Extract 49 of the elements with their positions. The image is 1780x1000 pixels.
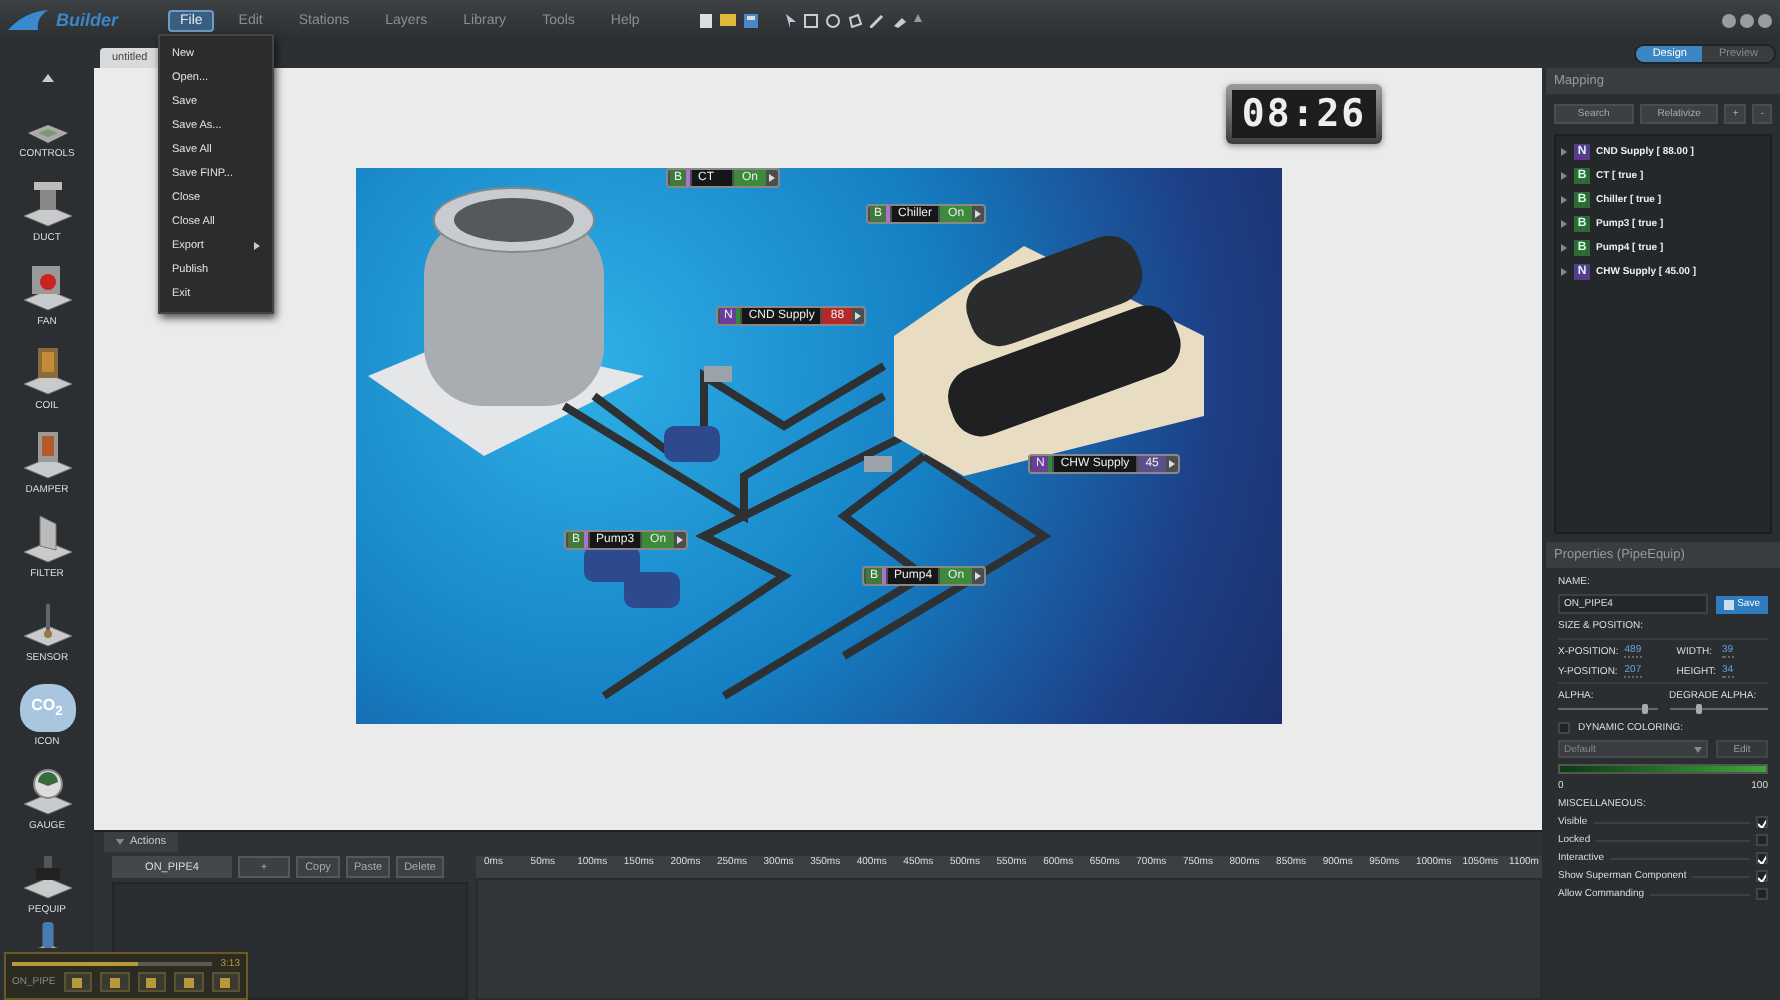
expand-icon (1560, 196, 1568, 204)
checkbox[interactable] (1756, 870, 1768, 882)
save-icon (1723, 599, 1734, 609)
expand-icon (1560, 148, 1568, 156)
play-icon (768, 174, 777, 182)
expand-icon (1560, 244, 1568, 252)
polygon-icon[interactable] (847, 13, 862, 27)
new-file-icon[interactable] (699, 13, 712, 27)
filter-icon (19, 512, 75, 564)
play-icon (676, 536, 685, 544)
dropdown-caret-icon (1694, 745, 1702, 753)
circle-icon[interactable] (825, 13, 840, 27)
maximize-icon[interactable] (1740, 13, 1754, 27)
checkbox[interactable] (1756, 852, 1768, 864)
gauge-icon (19, 764, 75, 816)
icon-text: CO$_{2}$ (31, 696, 63, 720)
play-icon (974, 210, 983, 218)
app-logo-text: Builder (56, 10, 119, 30)
folder-icon[interactable] (719, 14, 736, 26)
pointer-icon[interactable] (785, 13, 796, 27)
clock-time: 08:26 (1232, 90, 1376, 138)
rectangle-icon[interactable] (803, 13, 818, 27)
shark-fin-logo-icon (8, 8, 52, 32)
checkbox[interactable] (1756, 834, 1768, 846)
stop-button[interactable] (63, 972, 93, 992)
play-icon (854, 312, 863, 320)
play-icon (974, 572, 983, 580)
save-icon[interactable] (743, 13, 758, 27)
expand-icon (1560, 220, 1568, 228)
panel-icon (25, 124, 69, 144)
pen-icon[interactable] (869, 13, 884, 27)
minimize-icon[interactable] (1722, 13, 1736, 27)
expand-icon (1560, 172, 1568, 180)
damper-icon (19, 428, 75, 480)
scroll-up-icon[interactable] (41, 74, 53, 82)
fan-icon (19, 260, 75, 312)
collapse-icon (116, 838, 124, 846)
slider-thumb[interactable] (1696, 704, 1703, 714)
duct-icon (19, 176, 75, 228)
expand-icon (1560, 268, 1568, 276)
checkbox[interactable] (1756, 816, 1768, 828)
close-icon[interactable] (1758, 13, 1772, 27)
slider-thumb[interactable] (1642, 704, 1649, 714)
eraser-icon[interactable] (891, 13, 906, 27)
play-icon (1168, 460, 1177, 468)
stop-icon (72, 977, 83, 987)
checkbox[interactable] (1756, 888, 1768, 900)
coil-icon (19, 344, 75, 396)
checkbox[interactable] (1558, 722, 1570, 734)
